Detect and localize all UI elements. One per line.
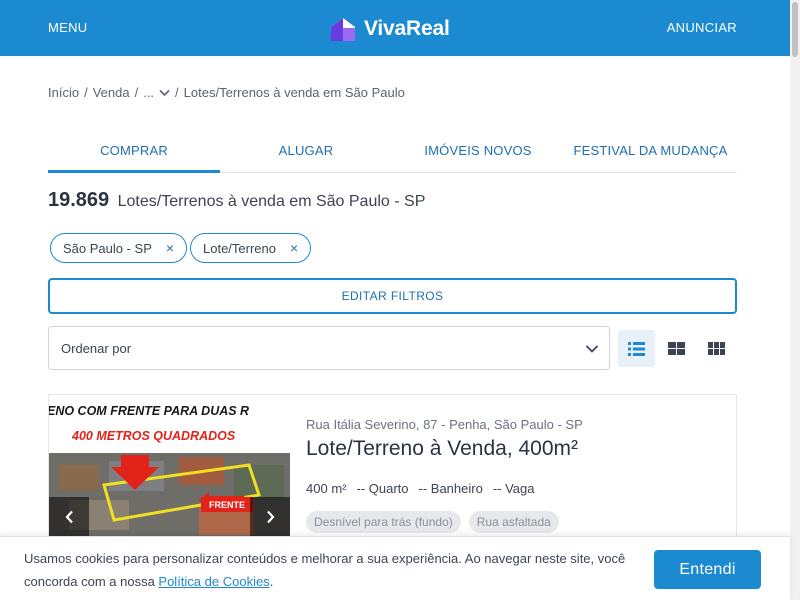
mosaic-icon [708,342,725,355]
listing-title[interactable]: Lote/Terreno à Venda, 400m² [306,437,578,461]
list-icon [628,341,645,356]
photo-caption-line2: 400 METROS QUADRADOS [71,429,236,443]
feature-rooms: -- Quarto [356,481,409,496]
photo-tag-text: FRENTE [209,500,245,510]
grid-icon [668,342,685,355]
filter-chip-location[interactable]: São Paulo - SP × [50,233,188,263]
cookie-policy-link[interactable]: Política de Cookies [158,574,269,589]
breadcrumb-item-more[interactable]: ... [143,85,154,100]
photo-caption-line1: ENO COM FRENTE PARA DUAS R [49,404,249,418]
amenity-tag: Rua asfaltada [468,511,559,533]
vivareal-logo[interactable]: VivaReal [328,15,450,43]
breadcrumb-item-venda[interactable]: Venda [93,85,130,100]
filter-chip-label: Lote/Terreno [203,240,276,256]
chevron-down-icon [585,342,599,357]
accept-cookies-button[interactable]: Entendi [654,550,761,589]
listing-photo[interactable]: FRENTE ENO COM FRENTE PARA DUAS R 400 ME… [49,395,290,545]
house-logo-icon [331,18,355,41]
amenity-tag: Desnível para trás (fundo) [306,511,461,533]
previous-photo-button[interactable] [49,497,89,537]
breadcrumb: Início / Venda / ... / Lotes/Terrenos à … [48,85,405,100]
close-icon[interactable]: × [290,240,298,256]
tab-comprar[interactable]: COMPRAR [48,134,220,173]
top-navigation-bar: MENU VivaReal ANUNCIAR [0,0,800,56]
list-view-button[interactable] [618,330,655,367]
results-heading: 19.869 Lotes/Terrenos à venda em São Pau… [48,189,425,212]
results-title: Lotes/Terrenos à venda em São Paulo - SP [117,193,426,210]
breadcrumb-separator: / [175,85,179,100]
filter-chip-label: São Paulo - SP [63,240,152,256]
chevron-right-icon [266,510,274,524]
logo-text: VivaReal [364,17,450,40]
next-photo-button[interactable] [250,497,290,537]
menu-button[interactable]: MENU [48,20,87,35]
chevron-left-icon [65,510,73,524]
cookie-banner: Usamos cookies para personalizar conteúd… [0,536,790,600]
feature-bathrooms: -- Banheiro [418,481,483,496]
transaction-tabs: COMPRAR ALUGAR IMÓVEIS NOVOS FESTIVAL DA… [48,134,737,173]
filter-chip-type[interactable]: Lote/Terreno × [190,233,312,263]
edit-filters-button[interactable]: EDITAR FILTROS [48,278,737,314]
sort-select-label: Ordenar por [61,341,132,356]
tab-festival-da-mudanca[interactable]: FESTIVAL DA MUDANÇA [564,134,737,173]
chevron-down-icon[interactable] [159,85,170,100]
mosaic-view-button[interactable] [698,330,735,367]
listing-address: Rua Itália Severino, 87 - Penha, São Pau… [306,417,583,432]
feature-parking: -- Vaga [492,481,535,496]
tab-alugar[interactable]: ALUGAR [220,134,392,173]
scrollbar-thumb[interactable] [792,2,798,57]
grid-view-button[interactable] [658,330,695,367]
close-icon[interactable]: × [166,240,174,256]
page-scrollbar[interactable] [790,0,800,600]
feature-area: 400 m² [306,481,347,496]
results-count: 19.869 [48,189,110,211]
tab-imoveis-novos[interactable]: IMÓVEIS NOVOS [392,134,564,173]
cookie-message: Usamos cookies para personalizar conteúd… [24,551,626,589]
breadcrumb-item-current: Lotes/Terrenos à venda em São Paulo [183,85,405,100]
anunciar-button[interactable]: ANUNCIAR [667,20,737,35]
listing-amenities: Desnível para trás (fundo) Rua asfaltada [306,511,559,533]
breadcrumb-separator: / [84,85,88,100]
sort-select[interactable]: Ordenar por [48,326,610,370]
listing-features: 400 m² -- Quarto -- Banheiro -- Vaga [306,481,535,496]
breadcrumb-separator: / [134,85,139,100]
breadcrumb-item-inicio[interactable]: Início [48,85,79,100]
